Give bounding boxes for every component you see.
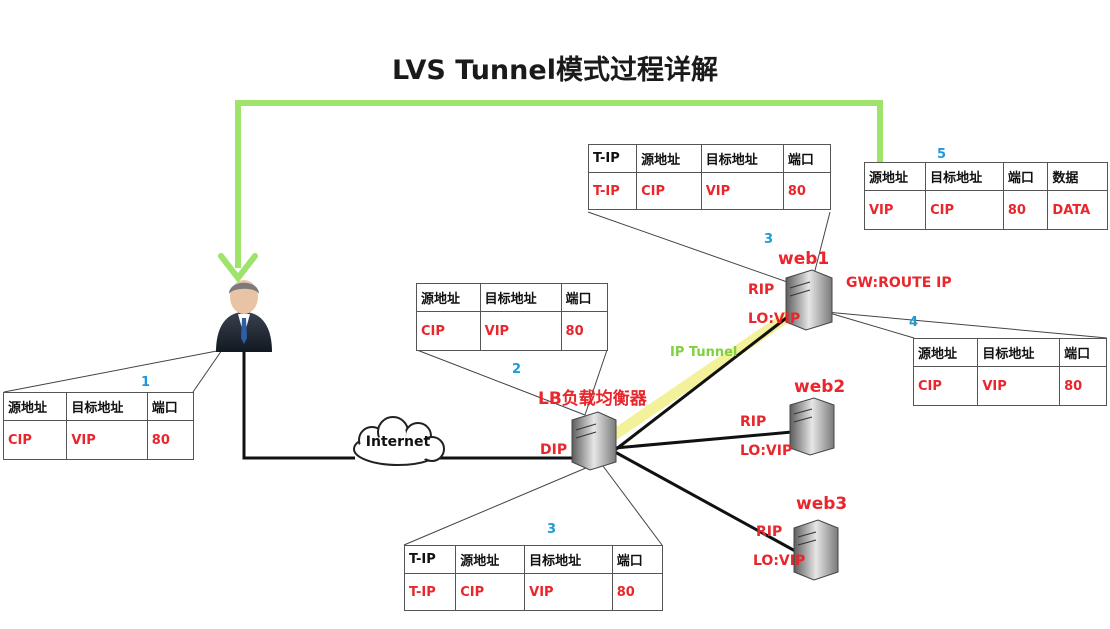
table-cell: VIP [479,311,562,351]
web1-rip-label: RIP [748,282,775,298]
table-cell: CIP [636,172,702,210]
table-cell: DATA [1047,190,1108,230]
table-header: 端口 [560,283,609,312]
table-header: 端口 [1059,338,1107,367]
table-header: 端口 [146,392,195,421]
table-header: 目标地址 [925,162,1004,191]
lb-dip-label: DIP [540,442,568,458]
table-header: 端口 [782,144,832,173]
table-cell: 80 [560,311,609,351]
lb-name: LB负载均衡器 [538,389,647,409]
web2-server-icon [789,397,835,456]
table-header: 数据 [1047,162,1108,191]
packet-table-step2: 源地址 目标地址 端口 CIP VIP 80 [416,283,609,351]
web3-name: web3 [796,494,848,514]
table-header: 目标地址 [977,338,1061,367]
ip-tunnel-label: IP Tunnel [670,345,738,360]
table-header: 目标地址 [479,283,562,312]
client-person-icon [216,280,272,352]
table-cell: VIP [977,366,1061,406]
table-header: 源地址 [863,162,927,191]
table-cell: T-IP [587,172,638,210]
step-number: 5 [937,147,947,162]
table-header: 源地址 [455,545,526,574]
web3-server-icon [793,519,839,581]
table-cell: VIP [66,420,148,460]
table-header: T-IP [587,144,638,173]
table-header: 目标地址 [524,545,613,574]
web3-rip-label: RIP [756,524,783,540]
table-header: 源地址 [636,144,702,173]
step-number: 4 [909,315,919,330]
table-cell: 80 [611,573,664,611]
table-cell: VIP [700,172,784,210]
table-cell: CIP [912,366,979,406]
web1-name: web1 [778,249,830,269]
table-cell: T-IP [403,573,457,611]
web2-lo-label: LO:VIP [740,443,793,459]
step-number: 3 [547,522,557,537]
table-header: 端口 [611,545,664,574]
web3-lo-label: LO:VIP [753,553,806,569]
table-header: 端口 [1002,162,1049,191]
lb-web1-link [614,310,795,452]
table-cell: 80 [782,172,832,210]
internet-label: Internet [365,434,431,450]
web1-lo-label: LO:VIP [748,311,801,327]
packet-table-step3-web1: T-IP 源地址 目标地址 端口 T-IP CIP VIP 80 [587,144,832,210]
step-number: 1 [141,375,151,390]
lb-server-icon [571,411,617,471]
step-number: 3 [764,232,774,247]
table-header: 目标地址 [66,392,148,421]
packet-table-step4: 源地址 目标地址 端口 CIP VIP 80 [912,338,1107,406]
packet-table-step1: 源地址 目标地址 端口 CIP VIP 80 [2,392,195,460]
table-cell: 80 [1059,366,1107,406]
table-cell: CIP [925,190,1004,230]
table-header: T-IP [403,545,457,574]
table-header: 源地址 [2,392,68,421]
table-cell: VIP [524,573,613,611]
web1-gw-label: GW:ROUTE IP [846,275,952,291]
packet-table-step5: 源地址 目标地址 端口 数据 VIP CIP 80 DATA [863,162,1108,230]
diagram-title: LVS Tunnel模式过程详解 [392,55,718,86]
packet-table-step3-lb: T-IP 源地址 目标地址 端口 T-IP CIP VIP 80 [403,545,664,611]
table-header: 目标地址 [700,144,784,173]
table-header: 源地址 [912,338,979,367]
table-cell: CIP [455,573,526,611]
table-cell: 80 [146,420,195,460]
step-number: 2 [512,362,522,377]
table-cell: VIP [863,190,927,230]
web2-rip-label: RIP [740,414,767,430]
table-header: 源地址 [416,283,481,312]
client-link [242,352,355,460]
table-cell: CIP [2,420,68,460]
table-cell: 80 [1002,190,1049,230]
web2-name: web2 [794,377,846,397]
table-cell: CIP [416,311,481,351]
